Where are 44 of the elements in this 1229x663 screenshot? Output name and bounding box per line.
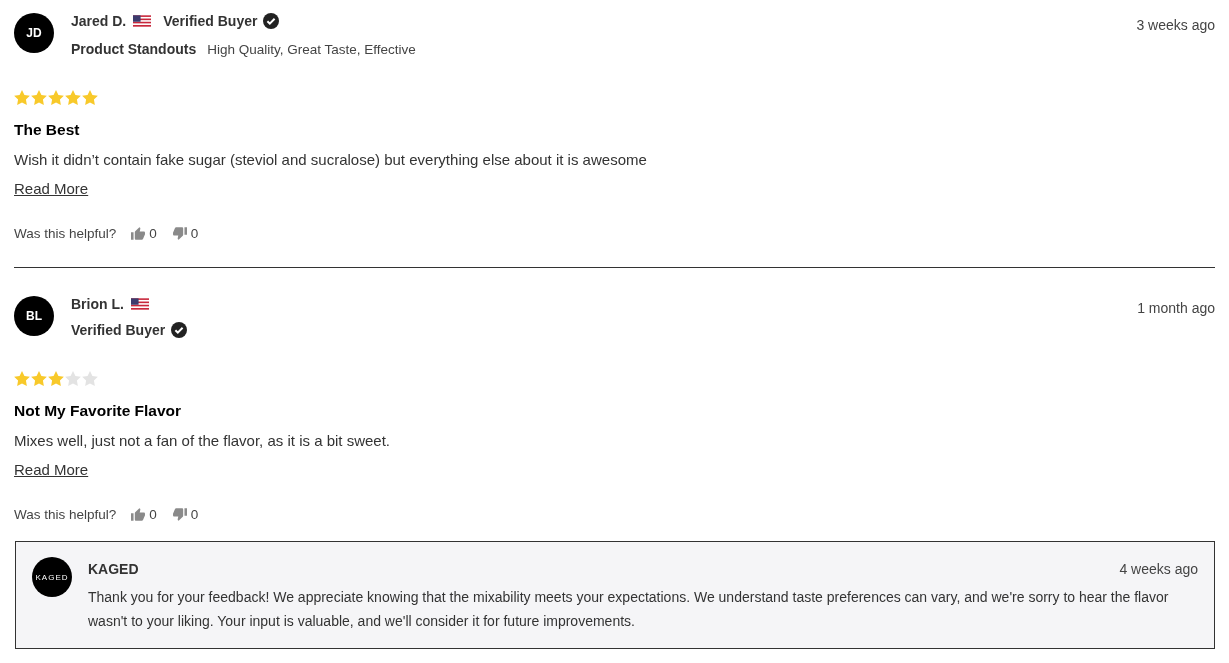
review-title: The Best (14, 120, 81, 140)
read-more-link[interactable]: Read More (14, 179, 89, 199)
star-icon (65, 89, 81, 105)
verified-buyer-label: Verified Buyer (163, 13, 258, 29)
review-text: Mixes well, just not a fan of the flavor, as it is a bit sweet. (14, 431, 391, 451)
review-text: Wish it didn’t contain fake sugar (steviol and sucralose) but everything else about it is awesome (14, 150, 648, 170)
flag-icon (133, 15, 152, 27)
helpful-question: Was this helpful? (14, 506, 117, 522)
flag-icon (130, 298, 149, 310)
thumbs-up-icon (131, 507, 146, 521)
star-icon (14, 370, 30, 386)
thumbs-up-button[interactable]: 0 (131, 506, 157, 522)
reviewer-name: Jared D. (71, 13, 127, 29)
brand-logo: KAGED (32, 557, 72, 597)
star-icon (48, 89, 64, 105)
thumbs-down-icon (172, 507, 187, 521)
star-icon (31, 370, 47, 386)
star-icon (31, 89, 47, 105)
review-title: Not My Favorite Flavor (14, 401, 183, 421)
star-icon (48, 370, 64, 386)
check-circle-icon (171, 322, 188, 338)
standouts-label: Product Standouts (71, 41, 197, 57)
star-icon (82, 89, 98, 105)
thumbs-down-button[interactable]: 0 (172, 225, 199, 241)
star-icon (65, 370, 81, 386)
reply-date: 4 weeks ago (1119, 561, 1198, 577)
helpful-question: Was this helpful? (14, 225, 117, 241)
standouts-text: High Quality, Great Taste, Effective (207, 41, 416, 57)
review-date: 3 weeks ago (1136, 16, 1215, 34)
thumbs-up-icon (131, 226, 146, 240)
reply-text: Thank you for your feedback! We appreciate knowing that the mixability meets your expectations. We understand taste preferences can vary, and we're sorry to hear the flavor wasn't to your liking. Your input is valuable, and we'll consider it for future improvements. (88, 588, 1170, 631)
check-circle-icon (263, 13, 280, 29)
reviewer-name: Brion L. (71, 296, 124, 312)
review-date: 1 month ago (1137, 299, 1215, 317)
reply-author: KAGED (88, 561, 139, 577)
thumbs-up-button[interactable]: 0 (131, 225, 157, 241)
read-more-link[interactable]: Read More (14, 460, 89, 480)
star-icon (14, 89, 30, 105)
avatar: JD (14, 13, 54, 53)
verified-buyer-label: Verified Buyer (71, 322, 166, 338)
avatar: BL (14, 296, 54, 336)
star-icon (82, 370, 98, 386)
thumbs-down-button[interactable]: 0 (172, 506, 199, 522)
thumbs-down-icon (172, 226, 187, 240)
